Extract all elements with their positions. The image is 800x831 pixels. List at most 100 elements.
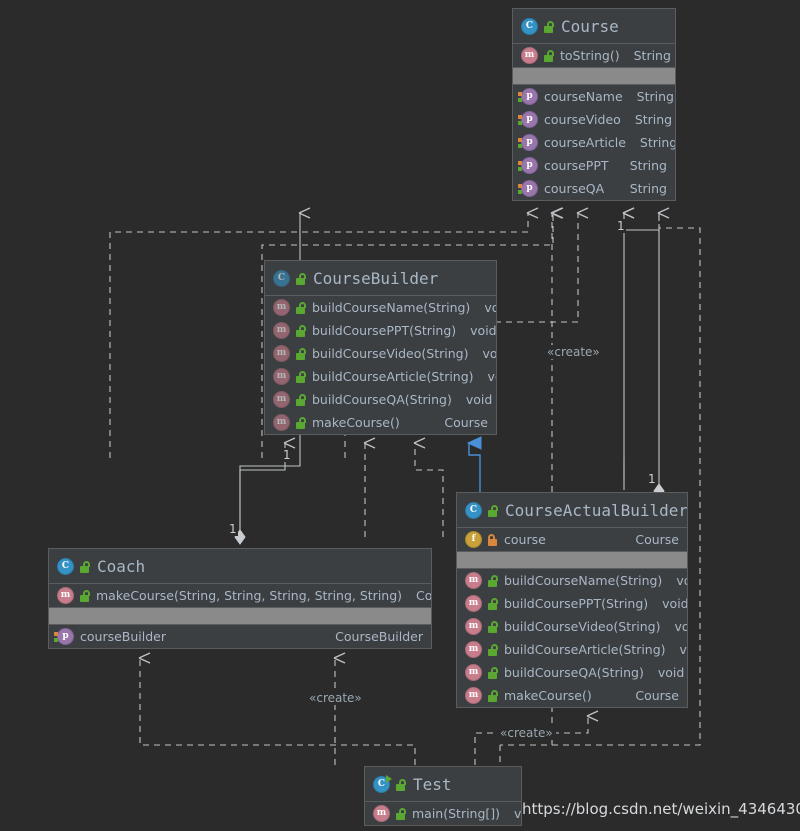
method-icon: m	[465, 687, 482, 704]
member-name: buildCoursePPT(String)	[312, 323, 457, 338]
interface-icon: C	[273, 269, 290, 287]
member-row[interactable]: p courseBuilder CourseBuilder	[49, 625, 431, 648]
class-header-coach[interactable]: C Coach	[49, 549, 431, 584]
edge-actualbuilder-realizes-coursebuilder	[469, 443, 480, 492]
member-type: String	[629, 181, 667, 196]
member-name: makeCourse(String, String, String, Strin…	[96, 588, 403, 603]
member-row[interactable]: m buildCoursePPT(String) void	[265, 319, 496, 342]
member-type: CourseBuilder	[335, 629, 423, 644]
member-name: buildCourseArticle(String)	[312, 369, 474, 384]
member-row[interactable]: m buildCourseName(String) void	[265, 296, 496, 319]
method-icon: m	[57, 587, 74, 604]
public-lock-icon	[79, 560, 90, 573]
member-name: courseName	[544, 89, 623, 104]
member-type: Course	[444, 415, 488, 430]
member-type: void	[487, 369, 496, 384]
member-row[interactable]: m buildCoursePPT(String) void	[457, 592, 687, 615]
public-lock-icon	[487, 689, 498, 702]
public-lock-icon	[79, 589, 90, 602]
member-row[interactable]: m main(String[]) void	[365, 802, 521, 825]
public-lock-icon	[295, 347, 306, 360]
method-icon: m	[273, 414, 290, 431]
member-name: buildCourseQA(String)	[504, 665, 644, 680]
method-icon: m	[521, 47, 538, 64]
edge-coach-aggregation-to-coursebuilder	[239, 437, 296, 537]
member-name: courseVideo	[544, 112, 621, 127]
class-name-courseactualbuilder: CourseActualBuilder	[505, 500, 688, 520]
member-name: makeCourse()	[504, 688, 592, 703]
member-row[interactable]: m buildCourseVideo(String) void	[457, 615, 687, 638]
member-row[interactable]: p courseName String	[513, 85, 675, 108]
member-name: makeCourse()	[312, 415, 400, 430]
public-lock-icon	[543, 49, 554, 62]
member-name: buildCourseArticle(String)	[504, 642, 666, 657]
public-lock-icon	[543, 20, 554, 33]
method-icon: m	[465, 572, 482, 589]
member-row[interactable]: m toString() String	[513, 44, 675, 67]
property-icon: p	[518, 180, 538, 197]
watermark-text: https://blog.csdn.net/weixin_43464303	[522, 800, 800, 818]
member-row[interactable]: m makeCourse() Course	[457, 684, 687, 707]
member-row[interactable]: m makeCourse(String, String, String, Str…	[49, 584, 431, 607]
member-name: buildCourseName(String)	[312, 300, 471, 315]
mult-label-actualbuilder-diamond: 1	[647, 472, 657, 486]
member-type: void	[470, 323, 497, 338]
member-row[interactable]: m buildCourseArticle(String) void	[457, 638, 687, 661]
section-separator	[49, 607, 431, 625]
class-box-test[interactable]: C Test m main(String[]) void	[364, 766, 522, 826]
member-type: void	[662, 596, 688, 611]
public-lock-icon	[295, 301, 306, 314]
member-type: void	[676, 573, 687, 588]
field-icon: f	[465, 531, 482, 548]
class-name-course: Course	[561, 16, 619, 36]
public-lock-icon	[487, 666, 498, 679]
method-icon: m	[273, 322, 290, 339]
member-row[interactable]: m buildCourseQA(String) void	[457, 661, 687, 684]
class-box-course[interactable]: C Course m toString() String p courseNam…	[512, 8, 676, 201]
public-lock-icon	[487, 643, 498, 656]
member-row[interactable]: m buildCourseVideo(String) void	[265, 342, 496, 365]
public-lock-icon	[395, 807, 406, 820]
member-type: void	[484, 300, 496, 315]
member-name: main(String[])	[412, 806, 501, 821]
runnable-class-icon: C	[373, 774, 392, 793]
member-row[interactable]: f course Course	[457, 528, 687, 551]
method-icon: m	[465, 595, 482, 612]
member-name: coursePPT	[544, 158, 609, 173]
class-header-test[interactable]: C Test	[365, 767, 521, 802]
member-row[interactable]: p courseQA String	[513, 177, 675, 200]
member-name: buildCoursePPT(String)	[504, 596, 649, 611]
method-icon: m	[465, 664, 482, 681]
member-row[interactable]: m buildCourseQA(String) void	[265, 388, 496, 411]
member-row[interactable]: p courseVideo String	[513, 108, 675, 131]
method-icon: m	[273, 368, 290, 385]
section-separator	[457, 551, 687, 569]
member-row[interactable]: p coursePPT String	[513, 154, 675, 177]
property-icon: p	[518, 88, 538, 105]
member-name: courseArticle	[544, 135, 626, 150]
public-lock-icon	[295, 272, 306, 285]
public-lock-icon	[295, 393, 306, 406]
member-type: void	[657, 665, 685, 680]
class-header-course[interactable]: C Course	[513, 9, 675, 44]
uml-diagram-canvas[interactable]: Course (dashed, far left route) --> Cour…	[0, 0, 800, 831]
member-name: toString()	[560, 48, 620, 63]
class-header-coursebuilder[interactable]: C CourseBuilder	[265, 261, 496, 296]
class-box-courseactualbuilder[interactable]: C CourseActualBuilder f course Course m …	[456, 492, 688, 708]
member-row[interactable]: p courseArticle String	[513, 131, 675, 154]
member-row[interactable]: m makeCourse() Course	[265, 411, 496, 434]
edge-label-create-test-actualbuilder: «create»	[497, 726, 556, 740]
mult-label-coach-coursebuilder: 1	[282, 448, 292, 462]
class-box-coursebuilder[interactable]: C CourseBuilder m buildCourseName(String…	[264, 260, 497, 435]
member-type: String	[633, 48, 671, 63]
method-icon: m	[273, 391, 290, 408]
member-row[interactable]: m buildCourseArticle(String) void	[265, 365, 496, 388]
property-icon: p	[518, 111, 538, 128]
member-row[interactable]: m buildCourseName(String) void	[457, 569, 687, 592]
class-box-coach[interactable]: C Coach m makeCourse(String, String, Str…	[48, 548, 432, 649]
edge-label-create-test-coach: «create»	[306, 691, 365, 705]
method-icon: m	[273, 345, 290, 362]
class-header-courseactualbuilder[interactable]: C CourseActualBuilder	[457, 493, 687, 528]
member-type: Course	[635, 688, 679, 703]
member-type: String	[639, 135, 676, 150]
